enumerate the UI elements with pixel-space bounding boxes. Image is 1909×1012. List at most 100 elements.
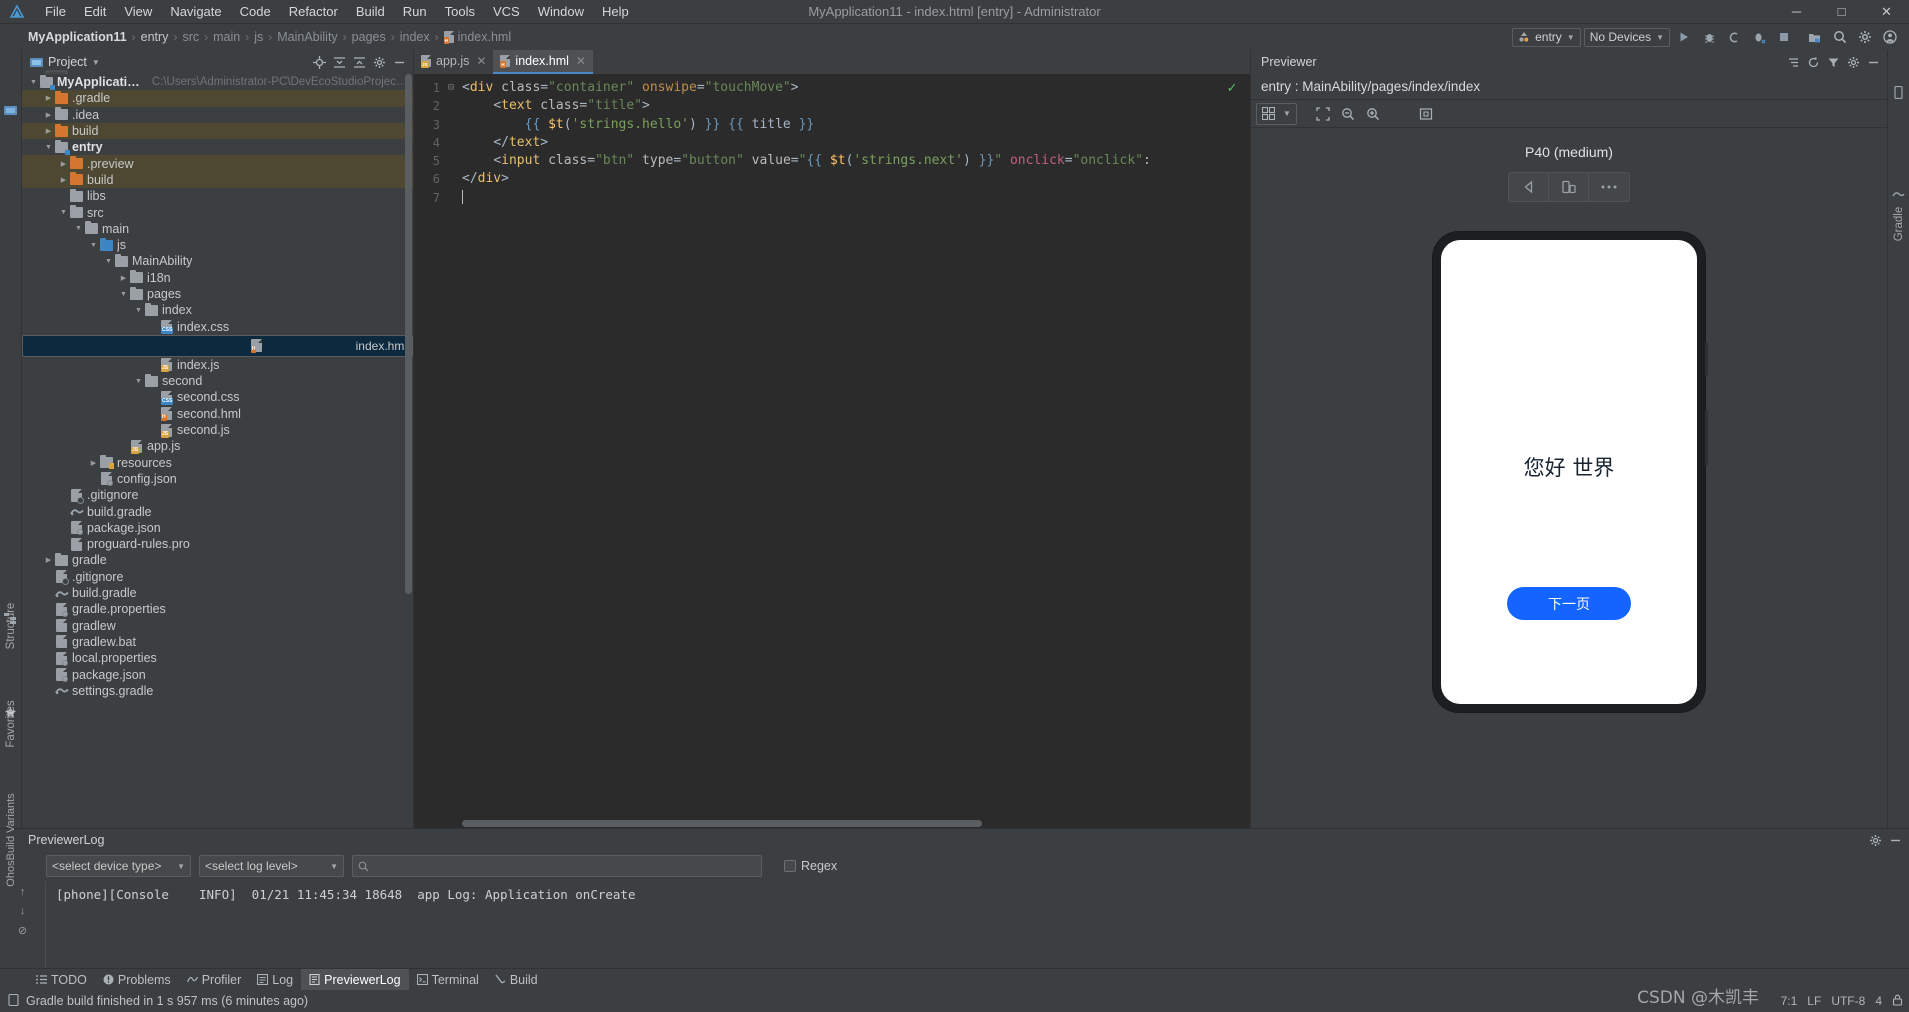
multi-device-icon[interactable] xyxy=(1549,173,1589,201)
hide-icon[interactable] xyxy=(1885,830,1905,850)
tree-item[interactable]: ▶ .preview xyxy=(22,155,413,172)
tree-item[interactable]: .gitignore xyxy=(22,487,413,504)
tree-item[interactable]: ▶ .gradle xyxy=(22,90,413,107)
footer-tab-problems[interactable]: Problems xyxy=(95,969,179,990)
tab-app-js[interactable]: JS app.js ✕ xyxy=(414,50,493,74)
close-button[interactable]: ✕ xyxy=(1864,0,1909,24)
indent-size[interactable]: 4 xyxy=(1875,994,1882,1008)
tree-item[interactable]: ▼ pages xyxy=(22,286,413,302)
expand-icon[interactable] xyxy=(349,52,369,72)
tree-item[interactable]: JS app.js xyxy=(22,438,413,454)
chevron-right-icon[interactable]: ▶ xyxy=(43,93,54,104)
encoding[interactable]: UTF-8 xyxy=(1831,994,1865,1008)
tree-item[interactable]: ▼ entry xyxy=(22,139,413,155)
scroll-up-icon[interactable]: ↑ xyxy=(20,886,26,898)
code-area[interactable]: 1 2 3 4 5 6 7 ⊟ <div class="container" onswipe… xyxy=(414,74,1250,819)
tree-item[interactable]: ▼ MyApplication11 C:\Users\Administrator-P… xyxy=(22,74,413,90)
maximize-button[interactable]: □ xyxy=(1819,0,1864,24)
tree-item[interactable]: ▼ js xyxy=(22,237,413,253)
tree-item[interactable]: libs xyxy=(22,188,413,204)
module-selector[interactable]: entry ▼ xyxy=(1512,27,1581,47)
tree-item[interactable]: ▶ resources xyxy=(22,455,413,471)
tree-item[interactable]: ▼ main xyxy=(22,221,413,237)
tree-item[interactable]: Hindex.hml xyxy=(22,334,413,357)
preview-next-button[interactable]: 下一页 xyxy=(1507,587,1631,620)
tree-item[interactable]: .gitignore xyxy=(22,569,413,586)
menu-refactor[interactable]: Refactor xyxy=(280,2,347,21)
breadcrumb-item-file[interactable]: H index.hml xyxy=(443,30,511,44)
refresh-icon[interactable] xyxy=(1803,52,1823,72)
menu-edit[interactable]: Edit xyxy=(75,2,115,21)
sidebar-tab-favorites[interactable]: Favorites xyxy=(5,697,17,751)
code-lines[interactable]: <div class="container" onswipe="touchMov… xyxy=(458,74,1250,819)
chevron-right-icon[interactable]: ▶ xyxy=(43,109,54,120)
clear-icon[interactable]: ⊘ xyxy=(18,924,27,937)
footer-tab-todo[interactable]: TODO xyxy=(28,969,95,990)
profile-icon[interactable] xyxy=(1748,27,1770,47)
account-icon[interactable] xyxy=(1879,27,1901,47)
chevron-right-icon[interactable]: ▶ xyxy=(43,126,54,137)
breadcrumb-item-pages[interactable]: pages xyxy=(352,30,386,44)
code-folding-gutter[interactable]: ⊟ xyxy=(444,74,458,819)
tree-item[interactable]: ▶ build xyxy=(22,171,413,189)
fit-icon[interactable] xyxy=(1415,104,1437,124)
tree-item[interactable]: proguard-rules.pro xyxy=(22,536,413,552)
breadcrumb-item-main[interactable]: main xyxy=(213,30,240,44)
more-icon[interactable] xyxy=(1589,173,1629,201)
breadcrumb-item-js[interactable]: js xyxy=(254,30,263,44)
close-icon[interactable]: ✕ xyxy=(476,54,486,68)
footer-tab-previewerlog[interactable]: PreviewerLog xyxy=(301,969,409,990)
line-separator[interactable]: LF xyxy=(1807,994,1821,1008)
sidebar-tab-ohosbuild-variants[interactable]: OhosBuild Variants xyxy=(5,765,17,915)
menu-view[interactable]: View xyxy=(115,2,161,21)
menu-window[interactable]: Window xyxy=(529,2,593,21)
gear-icon[interactable] xyxy=(1843,52,1863,72)
chevron-down-icon[interactable]: ▼ xyxy=(58,207,69,218)
tree-item[interactable]: ▶ gradle xyxy=(22,552,413,568)
regex-checkbox-wrap[interactable]: Regex xyxy=(784,859,837,873)
caret-position[interactable]: 7:1 xyxy=(1781,994,1798,1008)
chevron-right-icon[interactable]: ▶ xyxy=(43,555,54,566)
filter-icon[interactable] xyxy=(1823,52,1843,72)
settings-icon[interactable] xyxy=(369,52,389,72)
menu-tools[interactable]: Tools xyxy=(436,2,484,21)
hide-icon[interactable] xyxy=(389,52,409,72)
breadcrumb-item-entry[interactable]: entry xyxy=(141,30,169,44)
chevron-down-icon[interactable]: ▼ xyxy=(88,240,99,251)
tree-item[interactable]: ▼ second xyxy=(22,373,413,389)
editor-horizontal-scrollbar[interactable] xyxy=(414,819,1250,828)
stop-icon[interactable] xyxy=(1773,27,1795,47)
tree-item[interactable]: JS second.js xyxy=(22,422,413,438)
device-selector[interactable]: No Devices ▼ xyxy=(1583,27,1670,47)
device-screen[interactable]: 您好 世界 下一页 xyxy=(1441,240,1697,704)
tree-item[interactable]: package.json xyxy=(22,520,413,536)
chevron-down-icon[interactable]: ▼ xyxy=(43,142,54,153)
tree-item[interactable]: JS index.js xyxy=(22,357,413,373)
minimize-button[interactable]: ─ xyxy=(1774,0,1819,24)
tree-item[interactable]: Hsecond.hml xyxy=(22,406,413,422)
footer-tab-profiler[interactable]: Profiler xyxy=(179,969,250,990)
sidebar-tab-structure[interactable]: Structure xyxy=(5,599,17,653)
breadcrumb-item-src[interactable]: src xyxy=(182,30,199,44)
chevron-down-icon[interactable]: ▼ xyxy=(133,376,144,387)
chevron-right-icon[interactable]: ▶ xyxy=(88,457,99,468)
log-search-input[interactable] xyxy=(352,855,762,877)
menu-help[interactable]: Help xyxy=(593,2,638,21)
chevron-down-icon[interactable]: ▼ xyxy=(28,77,39,88)
gear-icon[interactable] xyxy=(1854,27,1876,47)
debug-icon[interactable] xyxy=(1698,27,1720,47)
menu-build[interactable]: Build xyxy=(347,2,394,21)
device-type-select[interactable]: <select device type> ▼ xyxy=(46,855,191,877)
tree-item[interactable]: gradlew xyxy=(22,618,413,634)
footer-tab-log[interactable]: Log xyxy=(249,969,301,990)
zoom-in-icon[interactable] xyxy=(1362,104,1384,124)
menu-file[interactable]: File xyxy=(36,2,75,21)
footer-tab-build[interactable]: Build xyxy=(487,969,546,990)
log-level-select[interactable]: <select log level> ▼ xyxy=(199,855,344,877)
frame-icon[interactable] xyxy=(1312,104,1334,124)
lock-icon[interactable] xyxy=(1892,994,1903,1009)
gear-icon[interactable] xyxy=(1865,830,1885,850)
search-icon[interactable] xyxy=(1829,27,1851,47)
footer-tab-terminal[interactable]: Terminal xyxy=(409,969,487,990)
chevron-down-icon[interactable]: ▼ xyxy=(73,223,84,234)
